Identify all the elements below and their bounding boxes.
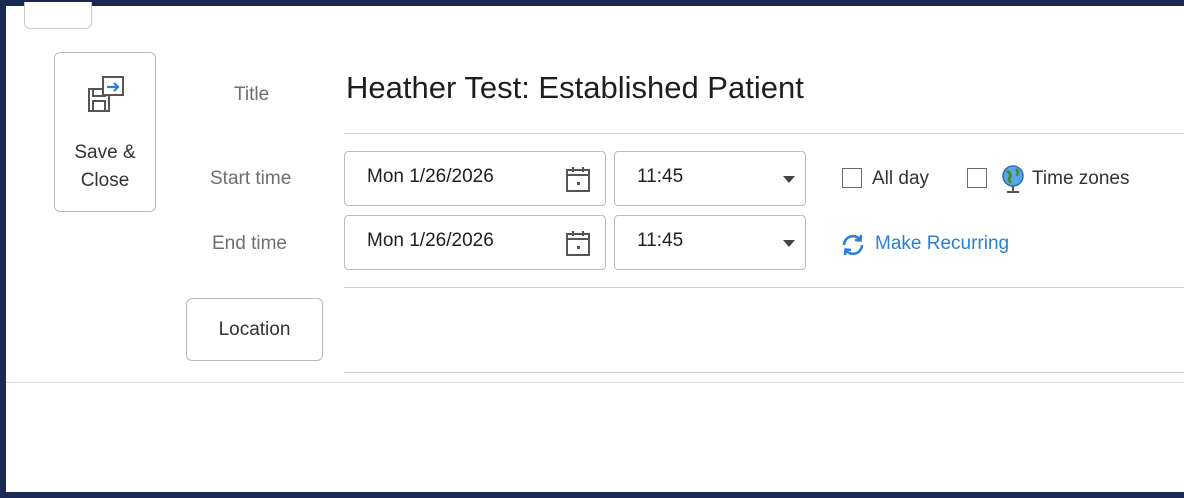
- recurring-icon[interactable]: [840, 232, 866, 258]
- start-date-picker[interactable]: Mon 1/26/2026: [344, 151, 606, 206]
- end-date-value: Mon 1/26/2026: [367, 230, 494, 251]
- location-input-underline[interactable]: [344, 372, 1184, 373]
- time-zones-label: Time zones: [1032, 168, 1130, 189]
- location-button[interactable]: Location: [186, 298, 323, 361]
- all-day-label: All day: [872, 168, 930, 189]
- time-zones-checkbox[interactable]: [967, 168, 987, 188]
- start-time-label: Start time: [210, 168, 292, 189]
- save-close-label: Save & Close: [74, 142, 136, 191]
- window-tab: [24, 2, 92, 29]
- start-time-dropdown[interactable]: 11:45: [614, 151, 806, 206]
- start-date-value: Mon 1/26/2026: [367, 166, 494, 187]
- end-time-label: End time: [212, 233, 287, 254]
- calendar-icon[interactable]: [565, 165, 591, 193]
- times-divider: [344, 287, 1184, 288]
- globe-icon: [1002, 165, 1024, 193]
- chevron-down-icon[interactable]: [783, 240, 795, 247]
- start-time-value: 11:45: [637, 166, 684, 187]
- appointment-window: Save & Close Title Heather Test: Establi…: [0, 0, 1184, 498]
- title-underline: [344, 133, 1184, 134]
- calendar-icon[interactable]: [565, 229, 591, 257]
- title-label: Title: [234, 84, 270, 105]
- section-divider: [6, 382, 1184, 383]
- end-date-picker[interactable]: Mon 1/26/2026: [344, 215, 606, 270]
- save-close-button[interactable]: Save & Close: [54, 52, 156, 212]
- save-close-icon: [88, 76, 124, 112]
- make-recurring-link[interactable]: Make Recurring: [875, 233, 1009, 255]
- end-time-dropdown[interactable]: 11:45: [614, 215, 806, 270]
- all-day-checkbox[interactable]: [842, 168, 862, 188]
- chevron-down-icon[interactable]: [783, 176, 795, 183]
- end-time-value: 11:45: [637, 230, 684, 251]
- title-input[interactable]: Heather Test: Established Patient: [346, 70, 804, 106]
